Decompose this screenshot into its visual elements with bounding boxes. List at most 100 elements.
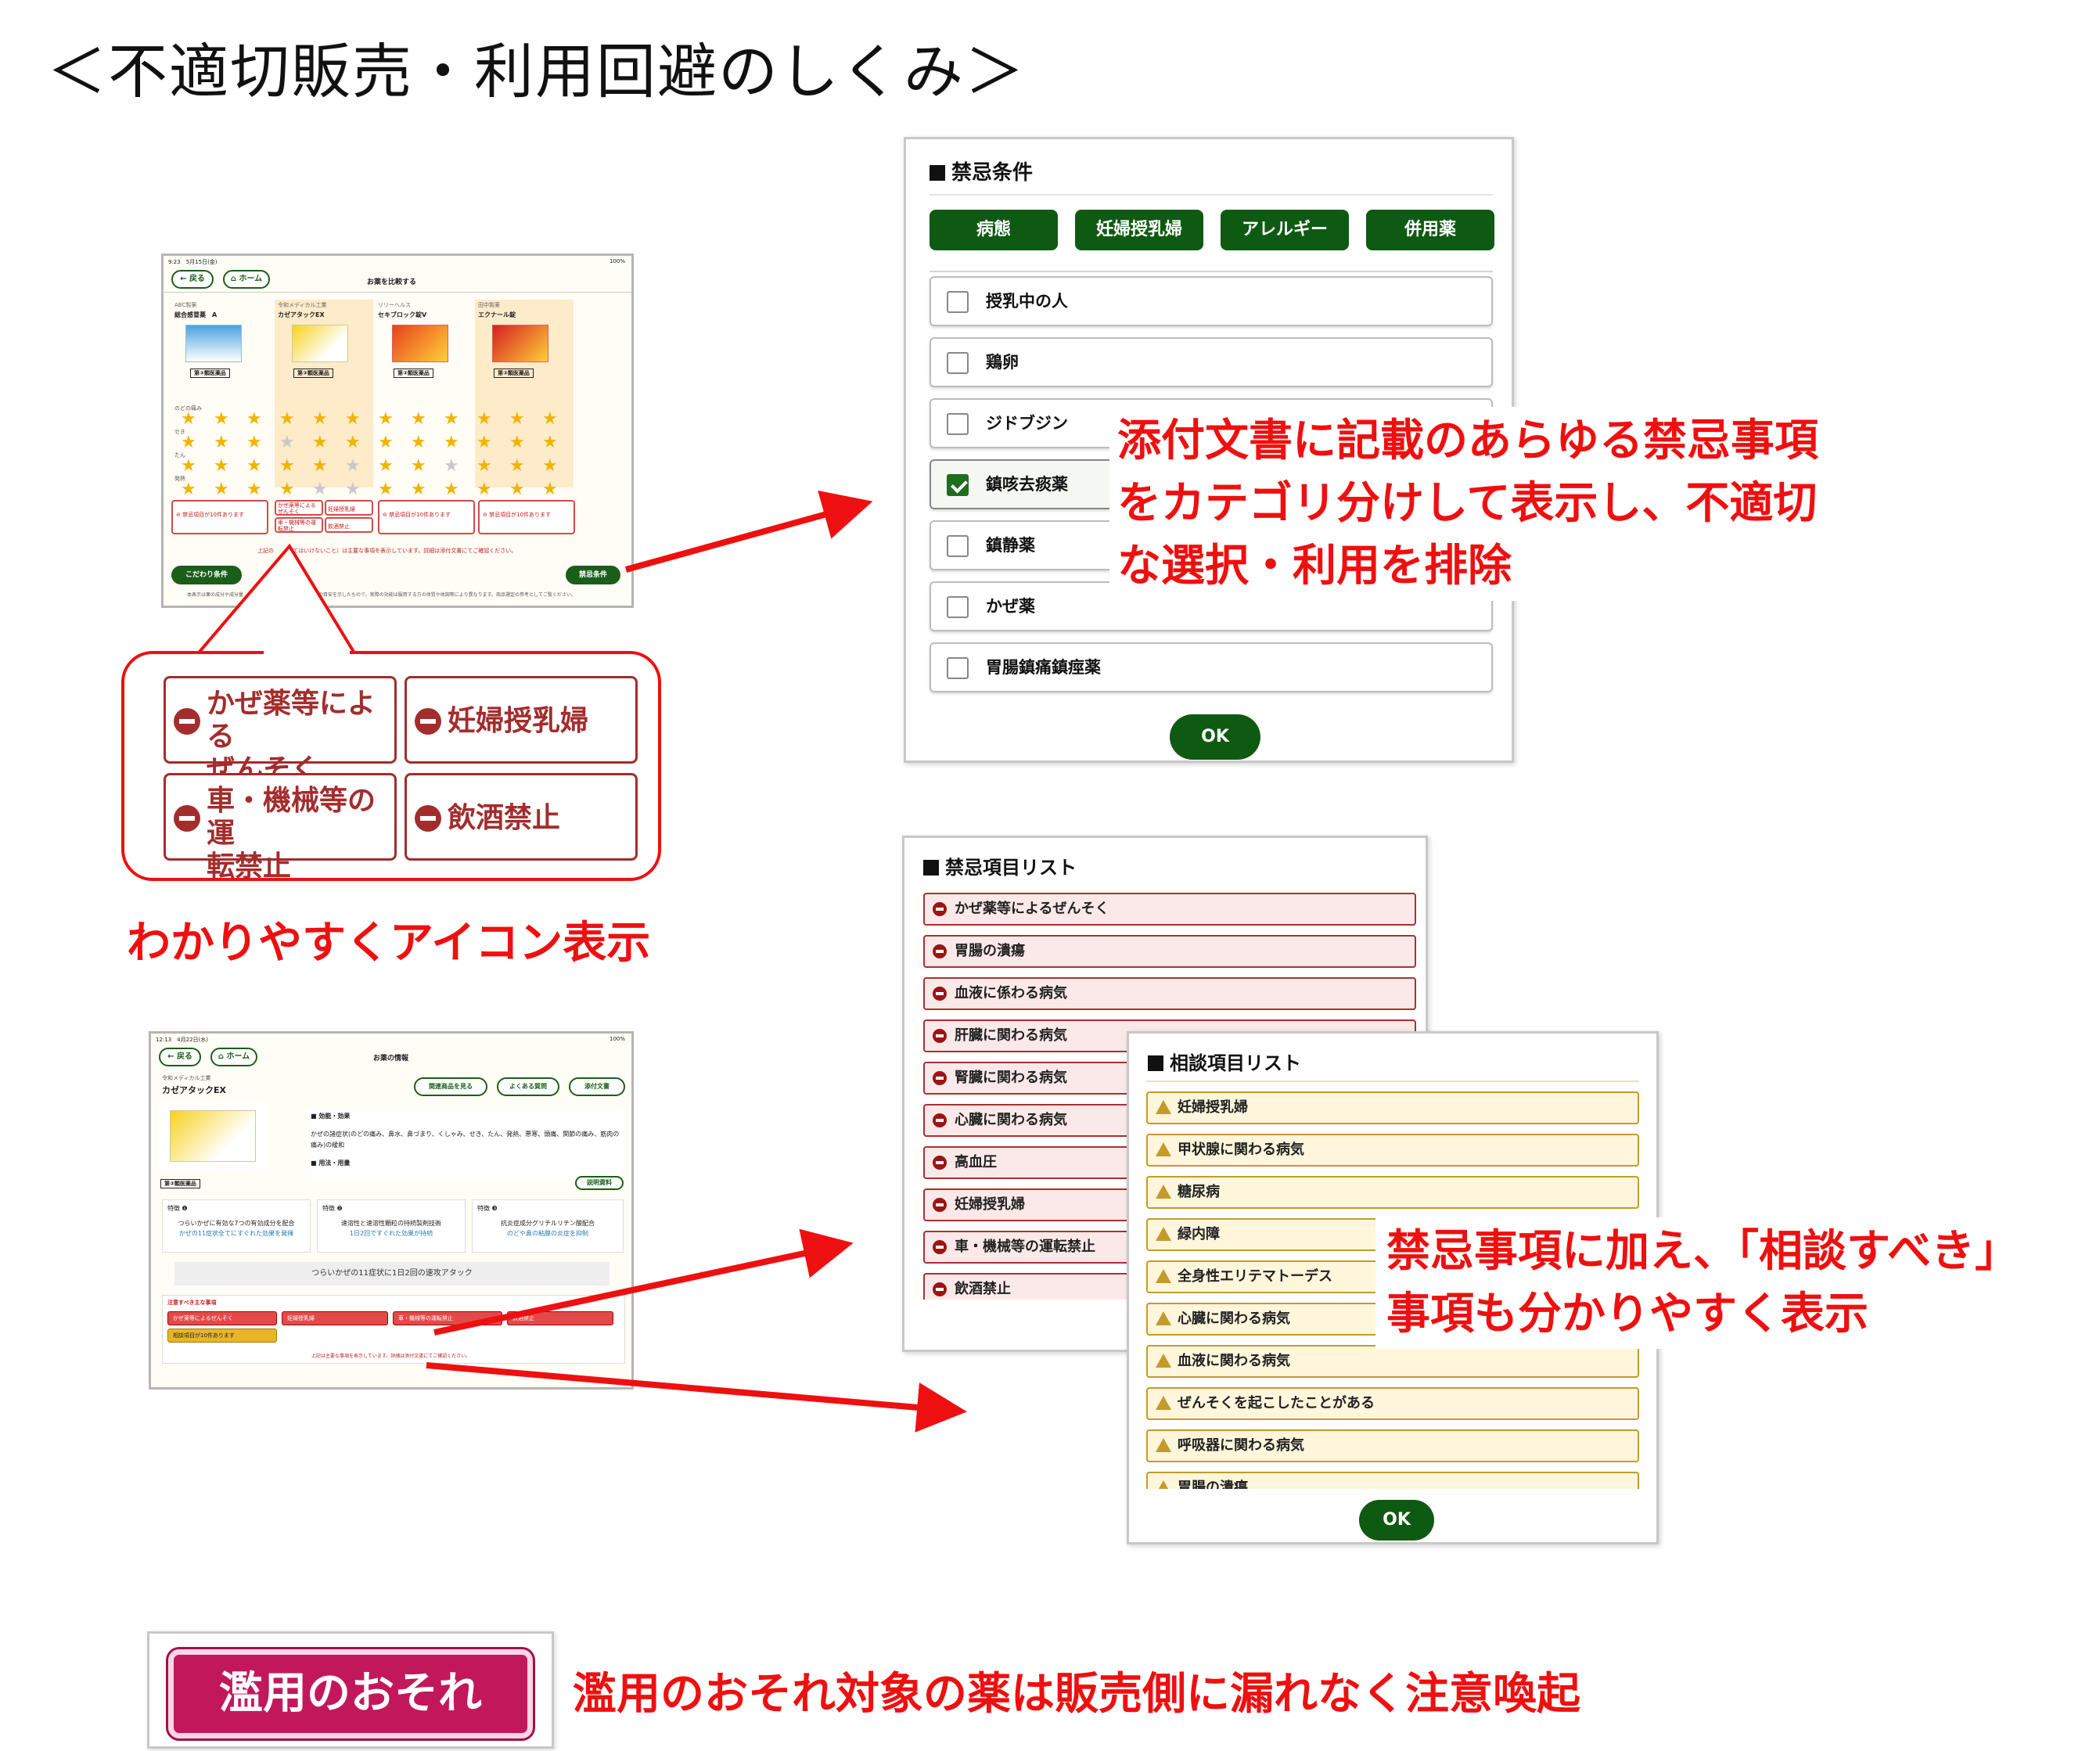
prohibited-item-label: 胃腸の潰瘍 (955, 943, 1025, 959)
feature-card: 特徴 ❶ つらいかぜに有効な7つの有効成分を配合 かぜの11症状全てにすぐれた効… (162, 1199, 311, 1253)
warning-icon (1156, 1227, 1171, 1241)
back-button[interactable]: ← 戻る (159, 1048, 201, 1066)
consult-item-label: 血液に関わる病気 (1178, 1353, 1290, 1369)
condition-row[interactable]: 鶏卵 (930, 337, 1493, 387)
prohibited-item-label: 車・機械等の運転禁止 (955, 1239, 1095, 1255)
condition-row[interactable]: 胃腸鎮痛鎮痙薬 (930, 642, 1493, 692)
category-tab-disease[interactable]: 病態 (930, 210, 1058, 250)
prohibited-item-label: 血液に係わる病気 (955, 985, 1067, 1001)
icon-label-line: 飲酒禁止 (448, 802, 561, 834)
explain-material-button[interactable]: 説明資料 (575, 1176, 624, 1190)
minus-circle-icon (933, 902, 947, 916)
consult-item: 妊婦授乳婦 (1146, 1091, 1639, 1124)
minus-circle-icon (933, 1198, 947, 1212)
checkbox[interactable] (947, 657, 969, 679)
condition-label: 鶏卵 (986, 353, 1019, 372)
consult-item-label: 心臓に関わる病気 (1178, 1311, 1290, 1327)
ok-button[interactable]: OK (1359, 1500, 1434, 1541)
warning-icon (1156, 1142, 1171, 1156)
consult-item-label: 緑内障 (1178, 1226, 1220, 1242)
contra-icon-alcohol: 飲酒禁止 (405, 773, 638, 861)
consult-item-label: 呼吸器に関わる病気 (1178, 1437, 1304, 1454)
warning-icon (1156, 1480, 1171, 1489)
icon-label-line: 転禁止 (207, 850, 292, 883)
prohibited-item-label: 飲酒禁止 (955, 1281, 1011, 1297)
status-time: 12:13 4月22日(水) (156, 1037, 208, 1043)
prohibited-item-label: 心臓に関わる病気 (955, 1112, 1067, 1128)
feature-heading: 特徴 ❸ (477, 1205, 498, 1212)
feature-subtext: のどや鼻の粘膜の炎症を抑制 (507, 1230, 588, 1237)
feature-subtext: かぜの11症状全てにすぐれた効果を発揮 (178, 1230, 294, 1237)
minus-circle-icon (933, 1071, 947, 1085)
category-tab-allergy[interactable]: アレルギー (1221, 210, 1349, 250)
icon-label-line: 妊婦授乳婦 (448, 705, 589, 737)
icon-label-line: 車・機械等の運 (207, 785, 376, 850)
annotation-line: をカテゴリ分けして表示し、不適切 (1117, 478, 1818, 529)
warning-icon (1156, 1396, 1171, 1410)
condition-label: 鎮咳去痰薬 (986, 475, 1068, 494)
faq-button[interactable]: よくある質問 (497, 1077, 559, 1096)
caution-box: 注意すべき主な事項 かぜ薬等によるぜんそく 妊婦授乳婦 車・機械等の運転禁止 飲… (162, 1295, 625, 1364)
annotation-line: 添付文書に記載のあらゆる禁忌事項 (1117, 415, 1818, 466)
caution-bar[interactable]: 飲酒禁止 (507, 1311, 613, 1325)
checkbox[interactable] (947, 596, 969, 618)
consult-item-label: 胃腸の潰瘍 (1178, 1480, 1248, 1489)
condition-label: かぜ薬 (986, 597, 1035, 616)
checkbox[interactable] (947, 352, 969, 374)
ok-button[interactable]: OK (1170, 714, 1260, 760)
package-insert-button[interactable]: 添付文書 (569, 1077, 625, 1096)
consult-item: ぜんそくを起こしたことがある (1146, 1387, 1639, 1420)
detail-screenshot: 12:13 4月22日(水) 100% ← 戻る ⌂ ホーム お薬の情報 令和メ… (149, 1031, 634, 1390)
back-label: 戻る (176, 1052, 192, 1061)
panel-header: 禁忌条件 (930, 156, 1033, 185)
consult-item: 呼吸器に関わる病気 (1146, 1429, 1639, 1462)
checkbox[interactable] (947, 291, 969, 313)
effect-box: ■ 効能・効果 かぜの諸症状(のどの痛み、鼻水、鼻づまり、くしゃみ、せき、たん、… (307, 1109, 624, 1179)
annotation-consult: 禁忌事項に加え、「相談すべき」 事項も分かりやすく表示 (1375, 1217, 2030, 1349)
product-maker: 令和メディカル工業 (162, 1075, 211, 1081)
checkbox[interactable] (947, 535, 969, 557)
minus-circle-icon (933, 1156, 947, 1170)
feature-subtext: 1日2回ですぐれた効果が持続 (349, 1230, 433, 1237)
minus-circle-icon (933, 1113, 947, 1127)
caution-bar[interactable]: 妊婦授乳婦 (282, 1311, 388, 1325)
warning-icon (1156, 1269, 1171, 1283)
consult-item-label: 糖尿病 (1178, 1184, 1220, 1200)
warning-icon (1156, 1311, 1171, 1325)
square-bullet-icon (930, 165, 945, 181)
drug-class-badge: 第②類医薬品 (160, 1179, 200, 1188)
annotation-line: 禁忌事項に加え、「相談すべき」 (1386, 1226, 2019, 1277)
icon-label-line: かぜ薬等による (207, 688, 376, 753)
feature-card: 特徴 ❷ 速溶性と速溶性顆粒の持続製剤技術 1日2回ですぐれた効果が持続 (317, 1199, 466, 1253)
category-tab-pregnancy[interactable]: 妊婦授乳婦 (1075, 210, 1203, 250)
effect-heading: ■ 効能・効果 (311, 1113, 351, 1120)
minus-circle-icon (933, 1282, 947, 1296)
minus-circle-icon (415, 708, 441, 735)
home-button[interactable]: ⌂ ホーム (210, 1048, 257, 1066)
feature-text: 速溶性と速溶性顆粒の持続製剤技術 (341, 1220, 441, 1227)
caution-bar[interactable]: かぜ薬等によるぜんそく (167, 1311, 277, 1325)
consult-bar[interactable]: 相談項目が10件あります (167, 1329, 277, 1343)
minus-circle-icon (174, 805, 200, 832)
checkbox[interactable] (947, 413, 969, 435)
prohibited-item-label: 腎臓に関わる病気 (955, 1070, 1067, 1086)
effect-text: かぜの諸症状(のどの痛み、鼻水、鼻づまり、くしゃみ、せき、たん、発熱、悪寒、頭痛… (311, 1131, 620, 1149)
feature-heading: 特徴 ❶ (167, 1205, 188, 1212)
related-products-button[interactable]: 関連商品を見る (414, 1077, 487, 1096)
warning-icon (1156, 1438, 1171, 1452)
feature-card: 特徴 ❸ 抗炎症成分グリチルリチン酸配合 のどや鼻の粘膜の炎症を抑制 (472, 1199, 624, 1253)
feature-heading: 特徴 ❷ (322, 1205, 343, 1212)
feature-text: 抗炎症成分グリチルリチン酸配合 (501, 1220, 595, 1227)
product-image (159, 1102, 268, 1170)
panel-header-text: 禁忌条件 (951, 161, 1034, 185)
caution-bar[interactable]: 車・機械等の運転禁止 (393, 1311, 502, 1325)
screen-title: お薬の情報 (373, 1055, 409, 1062)
product-name: カゼアタックEX (162, 1085, 226, 1095)
consult-item-label: ぜんそくを起こしたことがある (1178, 1395, 1375, 1411)
annotation-abuse: 濫用のおそれ対象の薬は販売側に漏れなく注意喚起 (573, 1669, 1580, 1720)
checkbox-checked[interactable] (947, 474, 969, 496)
category-tab-concomitant[interactable]: 併用薬 (1366, 210, 1494, 250)
condition-label: 鎮静薬 (986, 536, 1035, 555)
minus-circle-icon (933, 1029, 947, 1043)
condition-row[interactable]: 授乳中の人 (930, 276, 1493, 326)
